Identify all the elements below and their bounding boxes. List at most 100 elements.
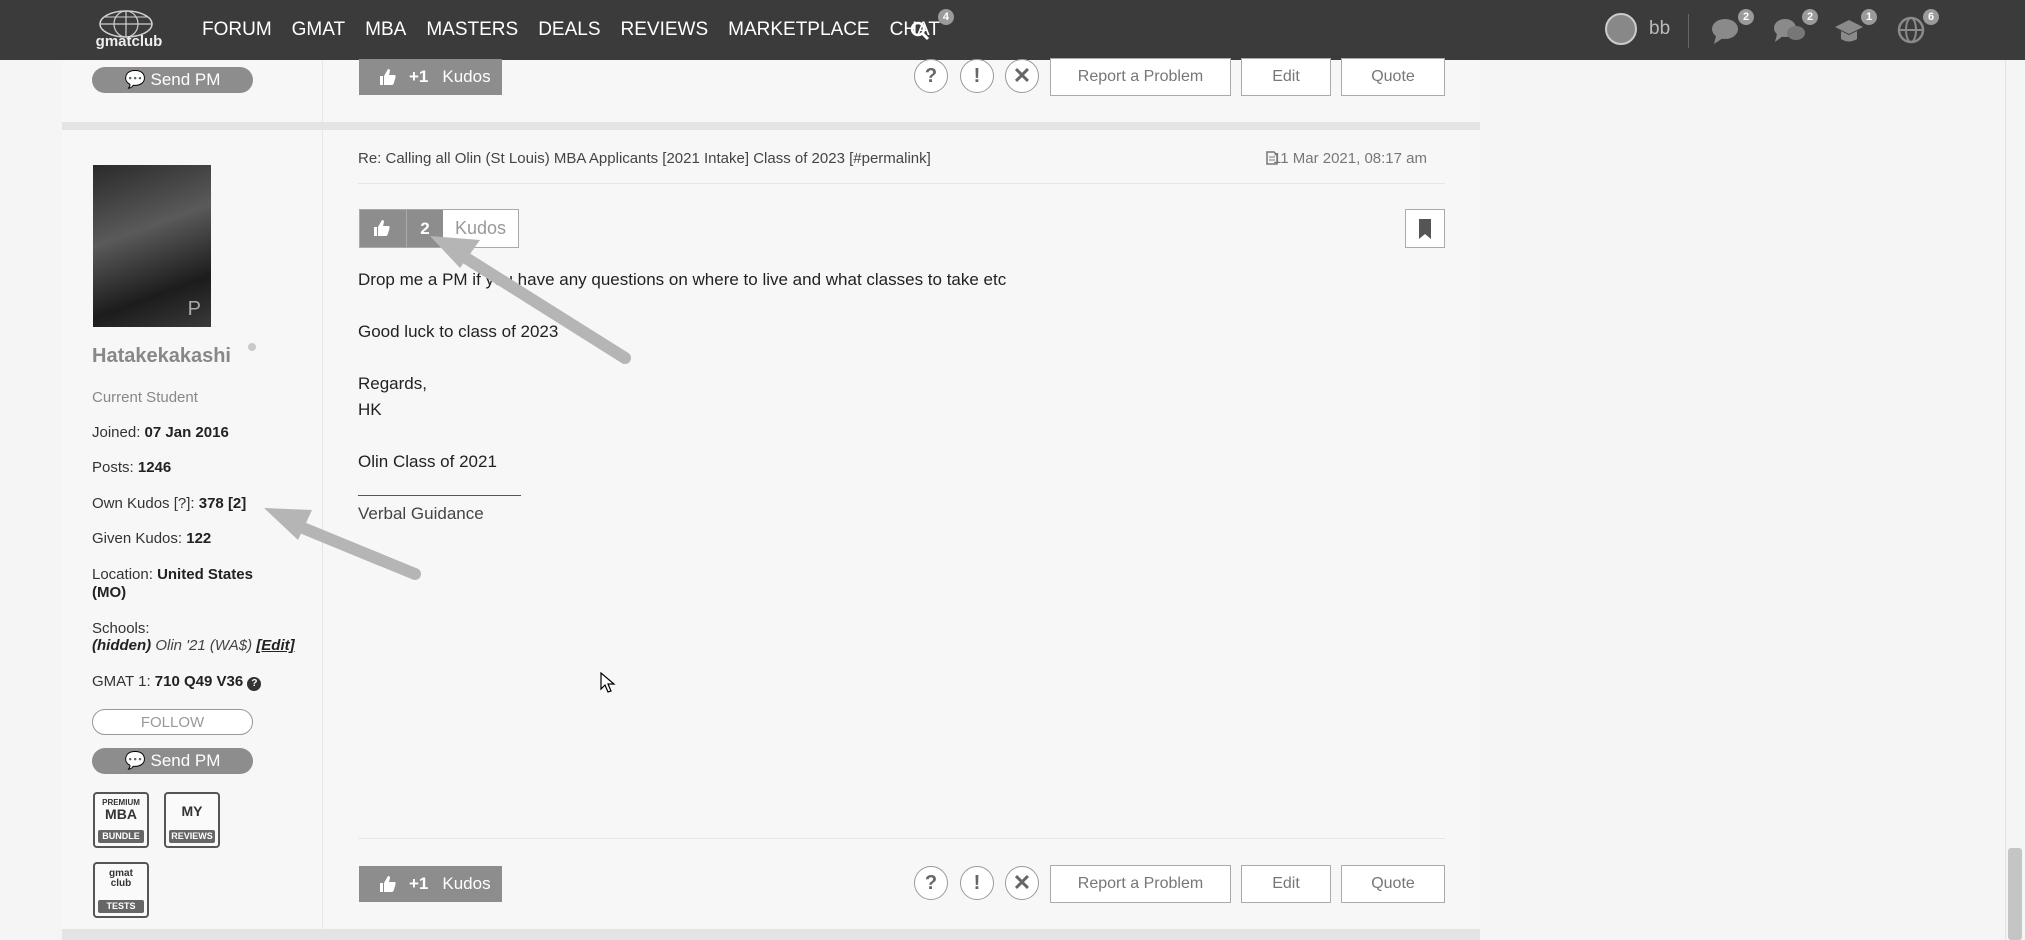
my-reviews-badge[interactable]: MY REVIEWS xyxy=(164,792,220,848)
thumbs-up-icon xyxy=(380,69,396,85)
tests-foot-label: TESTS xyxy=(98,900,144,913)
author-avatar[interactable]: P xyxy=(93,165,211,327)
prev-kudos-button[interactable]: +1 Kudos xyxy=(359,59,502,95)
my-foot-label: REVIEWS xyxy=(169,830,215,843)
online-status-dot xyxy=(248,343,256,351)
location-label: Location: xyxy=(92,566,153,583)
post-body-line-4: HK xyxy=(358,400,382,419)
graduation-cap-icon xyxy=(1835,20,1863,42)
schools-hidden: (hidden) xyxy=(92,637,152,654)
schools-value: Olin '21 (WA$) xyxy=(155,637,253,654)
messages-count-badge: 2 xyxy=(1802,9,1818,25)
schools-edit-link[interactable]: [Edit] xyxy=(256,637,294,654)
given-kudos-label: Given Kudos: xyxy=(92,530,183,547)
user-name: bb xyxy=(1649,18,1671,39)
previous-post-column-divider xyxy=(322,60,323,122)
send-pm-label: Send PM xyxy=(150,751,221,770)
prev-alert-icon[interactable]: ! xyxy=(960,59,994,93)
message-notifications[interactable]: 2 xyxy=(1772,9,1818,51)
bookmark-button[interactable] xyxy=(1405,209,1445,248)
author-schools: (hidden) Olin '21 (WA$) [Edit] xyxy=(92,637,295,654)
post-body-line-1: Drop me a PM if you have any questions o… xyxy=(358,270,1007,289)
prev-send-pm-button[interactable]: 💬 Send PM xyxy=(92,67,253,93)
edit-button[interactable]: Edit xyxy=(1241,865,1331,903)
main-nav: FORUM GMAT MBA MASTERS DEALS REVIEWS MAR… xyxy=(202,0,960,60)
posts-value: 1246 xyxy=(137,459,172,476)
prev-close-icon[interactable]: ✕ xyxy=(1005,59,1039,93)
nav-forum[interactable]: FORUM xyxy=(202,19,272,41)
post-bottom-divider xyxy=(62,929,1480,940)
kudos-plus: +1 xyxy=(409,874,429,893)
chat-notifications[interactable]: 2 xyxy=(1710,9,1754,51)
own-kudos-label[interactable]: Own Kudos [?]: xyxy=(92,495,195,512)
nav-mba[interactable]: MBA xyxy=(365,19,406,41)
gmatclub-logo[interactable]: gmatclub xyxy=(84,8,174,50)
post-column-divider xyxy=(322,130,323,929)
alert-icon[interactable]: ! xyxy=(960,866,994,900)
prev-send-pm-label: Send PM xyxy=(150,70,221,89)
signature-link[interactable]: Verbal Guidance xyxy=(358,504,484,524)
post-panel xyxy=(62,130,1480,929)
author-posts: Posts: 1246 xyxy=(92,459,171,476)
close-icon[interactable]: ✕ xyxy=(1005,866,1039,900)
search-icon[interactable] xyxy=(910,21,930,46)
premium-main-label: MBA xyxy=(105,806,137,822)
kudos-button[interactable]: +1 Kudos xyxy=(359,866,502,902)
send-pm-button[interactable]: 💬 Send PM xyxy=(92,748,253,774)
signature-separator xyxy=(358,495,521,496)
joined-label: Joined: xyxy=(92,424,141,441)
globe-notifications[interactable]: 6 xyxy=(1895,9,1939,51)
post-body-line-5: Olin Class of 2021 xyxy=(358,452,497,471)
post-divider xyxy=(62,122,1480,130)
report-problem-button[interactable]: Report a Problem xyxy=(1050,865,1231,903)
author-name[interactable]: Hatakekakashi xyxy=(92,345,231,368)
own-kudos-value: 378 xyxy=(198,495,224,512)
kudos-counter[interactable]: 2 Kudos xyxy=(359,209,519,248)
post-title-link[interactable]: Re: Calling all Olin (St Louis) MBA Appl… xyxy=(358,150,931,167)
user-menu[interactable]: bb xyxy=(1605,13,1670,45)
author-schools-label: Schools: xyxy=(92,620,150,637)
prev-kudos-plus: +1 xyxy=(409,67,429,86)
kudos-counter-thumb xyxy=(360,210,406,247)
prev-edit-button[interactable]: Edit xyxy=(1241,58,1331,96)
top-navbar: gmatclub FORUM GMAT MBA MASTERS DEALS RE… xyxy=(0,0,2025,60)
author-location: Location: United States (MO) xyxy=(92,566,277,602)
own-kudos-extra: [2] xyxy=(227,495,247,512)
post-header-separator xyxy=(358,183,1445,184)
post-body-line-3: Regards, xyxy=(358,374,427,393)
author-given-kudos: Given Kudos: 122 xyxy=(92,530,211,547)
joined-value: 07 Jan 2016 xyxy=(144,424,229,441)
help-icon[interactable]: ? xyxy=(914,866,948,900)
scrollbar-thumb[interactable] xyxy=(2008,848,2022,940)
prev-quote-button[interactable]: Quote xyxy=(1341,58,1445,96)
nav-gmat[interactable]: GMAT xyxy=(292,19,345,41)
given-kudos-value: 122 xyxy=(186,530,212,547)
prev-help-icon[interactable]: ? xyxy=(914,59,948,93)
svg-text:gmatclub: gmatclub xyxy=(96,33,163,50)
page-scrollbar[interactable] xyxy=(2005,60,2025,940)
navbar-separator xyxy=(1688,14,1689,48)
post-footer-separator xyxy=(358,838,1445,839)
post-date: 11 Mar 2021, 08:17 am xyxy=(1273,150,1427,167)
gmat-label: GMAT 1: xyxy=(92,673,151,690)
post-body-line-2: Good luck to class of 2023 xyxy=(358,322,559,341)
nav-deals[interactable]: DEALS xyxy=(538,19,600,41)
kudos-count: 2 xyxy=(406,210,443,247)
thumbs-up-icon xyxy=(374,220,390,236)
premium-mba-bundle-badge[interactable]: PREMIUM MBA BUNDLE xyxy=(93,792,149,848)
prev-report-problem-button[interactable]: Report a Problem xyxy=(1050,58,1231,96)
globe-icon xyxy=(1897,16,1925,44)
speech-bubble-icon: 💬 xyxy=(124,751,146,770)
nav-reviews[interactable]: REVIEWS xyxy=(621,19,709,41)
gmat-club-tests-badge[interactable]: gmat club TESTS xyxy=(93,862,149,918)
author-role: Current Student xyxy=(92,389,198,406)
gmat-info-icon[interactable]: ? xyxy=(247,677,262,691)
author-own-kudos: Own Kudos [?]: 378 [2] xyxy=(92,495,246,512)
quote-button[interactable]: Quote xyxy=(1341,865,1445,903)
nav-masters[interactable]: MASTERS xyxy=(426,19,518,41)
mouse-cursor-icon xyxy=(600,672,616,693)
school-notifications[interactable]: 1 xyxy=(1833,9,1877,51)
nav-marketplace[interactable]: MARKETPLACE xyxy=(728,19,869,41)
globe-count-badge: 6 xyxy=(1923,9,1939,25)
follow-button[interactable]: FOLLOW xyxy=(92,709,253,735)
